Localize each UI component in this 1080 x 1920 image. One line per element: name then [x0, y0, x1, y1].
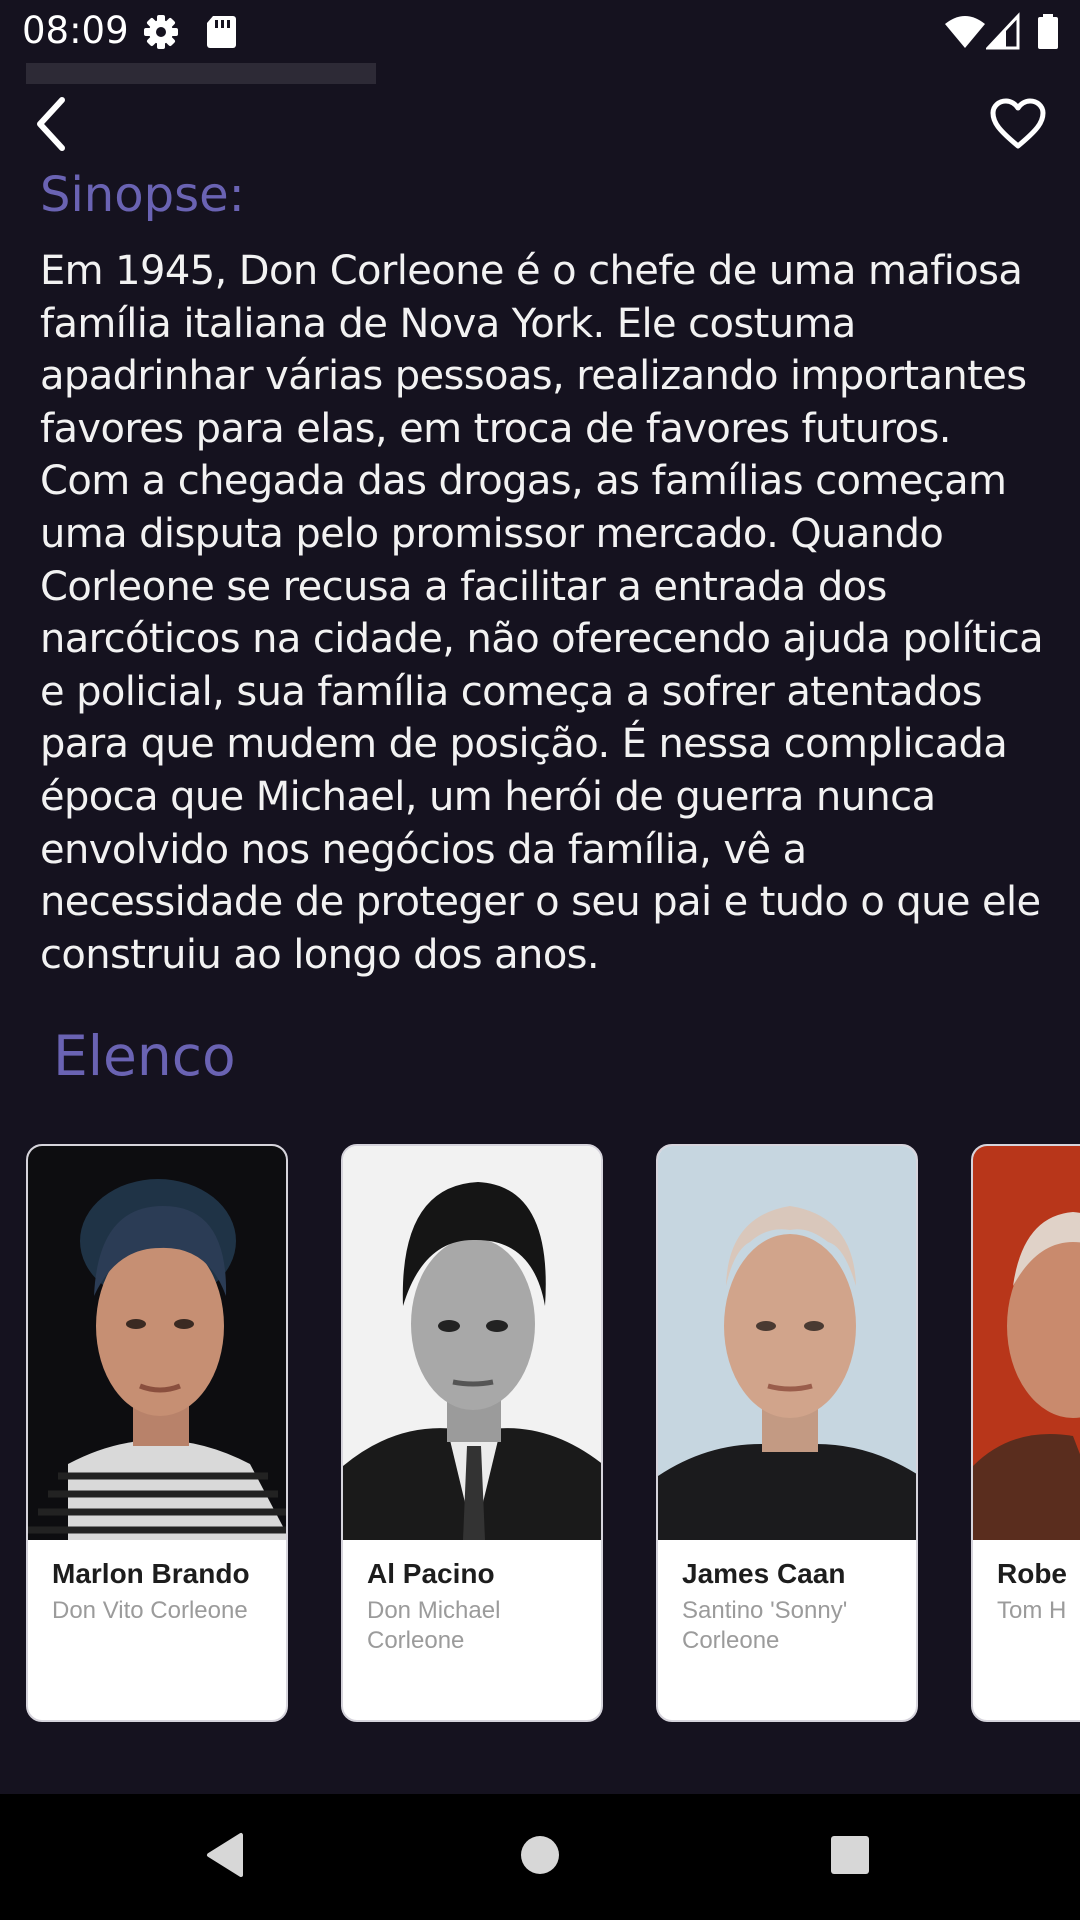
cast-title: Elenco [53, 1024, 236, 1088]
cast-role: Santino 'Sonny' Corleone [682, 1597, 848, 1654]
cast-role: Tom H [997, 1597, 1067, 1624]
cast-role: Don Vito Corleone [52, 1597, 248, 1624]
sd-card-icon [201, 12, 241, 52]
home-circle-icon [518, 1833, 562, 1882]
signal-icon [984, 12, 1022, 52]
recents-square-icon [828, 1833, 872, 1882]
synopsis-title: Sinopse: [40, 167, 245, 223]
cast-name: James Caan [682, 1558, 846, 1589]
synopsis-text: Em 1945, Don Corleone é o chefe de uma m… [40, 248, 1044, 978]
nav-recents-button[interactable] [810, 1824, 890, 1890]
nav-back-button[interactable] [186, 1824, 266, 1890]
header-image-edge [26, 63, 376, 84]
cast-card[interactable]: Robe Tom H [971, 1144, 1080, 1722]
status-time: 08:09 [22, 9, 129, 52]
heart-outline-icon [990, 98, 1046, 155]
cast-photo [973, 1146, 1080, 1540]
chevron-left-icon [32, 96, 72, 157]
cast-card[interactable]: James Caan Santino 'Sonny' Corleone [656, 1144, 918, 1722]
cast-photo [658, 1146, 916, 1540]
back-button[interactable] [22, 96, 82, 156]
cast-carousel[interactable]: Marlon Brando Don Vito Corleone Al Pacin… [0, 1144, 1080, 1726]
cast-name: Marlon Brando [52, 1558, 250, 1589]
cast-photo [343, 1146, 601, 1540]
back-triangle-icon [201, 1830, 251, 1885]
battery-icon [1036, 12, 1060, 52]
cast-card[interactable]: Al Pacino Don Michael Corleone [341, 1144, 603, 1722]
favorite-button[interactable] [985, 96, 1051, 156]
cast-name: Robe [997, 1558, 1067, 1589]
gear-icon [141, 12, 181, 52]
status-bar: 08:09 [0, 0, 1080, 63]
nav-home-button[interactable] [500, 1824, 580, 1890]
cast-card[interactable]: Marlon Brando Don Vito Corleone [26, 1144, 288, 1722]
cast-photo [28, 1146, 286, 1540]
navigation-bar [0, 1794, 1080, 1920]
cast-name: Al Pacino [367, 1558, 495, 1589]
cast-role: Don Michael Corleone [367, 1597, 501, 1654]
wifi-icon [944, 12, 986, 52]
